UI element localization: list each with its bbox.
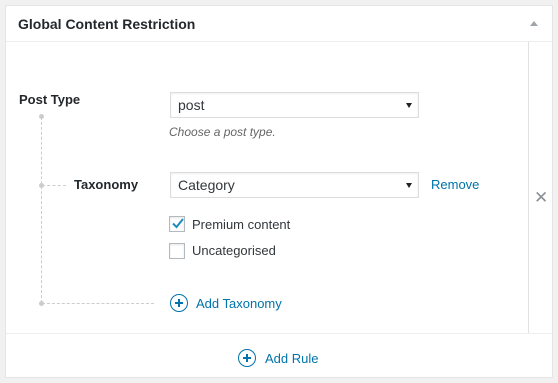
premium-content-checkbox[interactable] xyxy=(169,216,185,232)
remove-taxonomy-link[interactable]: Remove xyxy=(431,177,479,192)
connector-dot xyxy=(39,114,44,119)
collapse-arrow-icon[interactable] xyxy=(530,21,538,26)
connector-taxonomy-line xyxy=(42,185,66,186)
uncategorised-label[interactable]: Uncategorised xyxy=(192,243,276,258)
chevron-down-icon xyxy=(406,183,412,188)
connector-dot xyxy=(39,301,44,306)
post-type-selected-value: post xyxy=(178,97,205,113)
taxonomy-select[interactable]: Category xyxy=(170,172,419,198)
post-type-label: Post Type xyxy=(19,92,81,107)
add-rule-link[interactable]: Add Rule xyxy=(265,351,318,366)
add-taxonomy-link[interactable]: Add Taxonomy xyxy=(196,296,282,311)
connector-vertical-line xyxy=(41,117,42,303)
connector-dot xyxy=(39,183,44,188)
connector-add-taxonomy-line xyxy=(42,303,154,304)
panel-footer: Add Rule xyxy=(6,333,552,377)
post-type-description: Choose a post type. xyxy=(169,125,276,139)
uncategorised-checkbox[interactable] xyxy=(169,243,185,259)
panel-title: Global Content Restriction xyxy=(18,16,196,32)
chevron-down-icon xyxy=(406,103,412,108)
taxonomy-label: Taxonomy xyxy=(74,177,139,192)
checkmark-icon xyxy=(172,218,184,229)
close-icon[interactable]: ✕ xyxy=(534,189,548,206)
premium-content-label[interactable]: Premium content xyxy=(192,217,290,232)
taxonomy-selected-value: Category xyxy=(178,177,235,193)
global-content-restriction-panel: Global Content Restriction Post Type pos… xyxy=(5,5,553,378)
add-rule-icon[interactable] xyxy=(238,349,256,367)
post-type-select[interactable]: post xyxy=(170,92,419,118)
restriction-rule: Post Type post Choose a post type. Taxon… xyxy=(6,42,529,333)
add-taxonomy-icon[interactable] xyxy=(170,294,188,312)
panel-header[interactable]: Global Content Restriction xyxy=(6,6,552,42)
